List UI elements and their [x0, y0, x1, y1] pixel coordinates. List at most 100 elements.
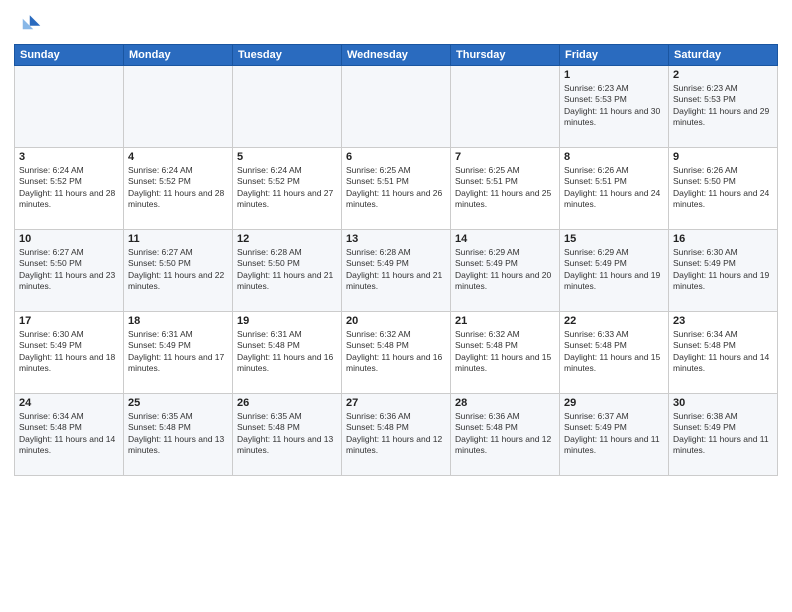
- calendar-cell: 20Sunrise: 6:32 AM Sunset: 5:48 PM Dayli…: [342, 312, 451, 394]
- logo-icon: [14, 10, 42, 38]
- day-number: 3: [19, 151, 119, 163]
- calendar-cell: 12 Sunrise: 6:28 AM Sunset: 5:50 PM Dayli…: [233, 230, 342, 312]
- logo: [14, 10, 46, 38]
- day-number: 10: [19, 233, 119, 245]
- day-info: Sunrise: 6:33 AM Sunset: 5:48 PM Dayligh…: [564, 329, 664, 375]
- weekday-header-monday: Monday: [124, 45, 233, 66]
- calendar-cell: 8 Sunrise: 6:26 AM Sunset: 5:51 PM Daylig…: [560, 148, 669, 230]
- calendar-header: SundayMondayTuesdayWednesdayThursdayFrid…: [15, 45, 778, 66]
- day-number: 17: [19, 315, 119, 327]
- calendar-cell: 19 Sunrise: 6:31 AM Sunset: 5:48 PM Dayli…: [233, 312, 342, 394]
- day-number: 26: [237, 397, 337, 409]
- day-info: Sunrise: 6:35 AM Sunset: 5:48 PM Dayligh…: [128, 411, 228, 457]
- day-info: Sunrise: 6:36 AM Sunset: 5:48 PM Dayligh…: [455, 411, 555, 457]
- day-number: 1: [564, 69, 664, 81]
- calendar-cell: [15, 66, 124, 148]
- day-info: Sunrise: 6:24 AM Sunset: 5:52 PM Dayligh…: [128, 165, 228, 211]
- calendar-cell: 29 Sunrise: 6:37 AM Sunset: 5:49 PM Dayli…: [560, 394, 669, 476]
- calendar-cell: 26 Sunrise: 6:35 AM Sunset: 5:48 PM Dayli…: [233, 394, 342, 476]
- weekday-header-row: SundayMondayTuesdayWednesdayThursdayFrid…: [15, 45, 778, 66]
- day-number: 15: [564, 233, 664, 245]
- day-number: 12: [237, 233, 337, 245]
- day-number: 5: [237, 151, 337, 163]
- day-number: 24: [19, 397, 119, 409]
- calendar-cell: [233, 66, 342, 148]
- day-info: Sunrise: 6:27 AM Sunset: 5:50 PM Dayligh…: [128, 247, 228, 293]
- calendar-cell: 17 Sunrise: 6:30 AM Sunset: 5:49 PM Dayli…: [15, 312, 124, 394]
- day-number: 8: [564, 151, 664, 163]
- calendar-week-row: 24 Sunrise: 6:34 AM Sunset: 5:48 PM Dayli…: [15, 394, 778, 476]
- day-info: Sunrise: 6:25 AM Sunset: 5:51 PM Dayligh…: [346, 165, 446, 211]
- calendar-cell: [342, 66, 451, 148]
- day-number: 9: [673, 151, 773, 163]
- calendar-cell: 23 Sunrise: 6:34 AM Sunset: 5:48 PM Dayli…: [669, 312, 778, 394]
- weekday-header-sunday: Sunday: [15, 45, 124, 66]
- day-number: 6: [346, 151, 446, 163]
- calendar-cell: 9 Sunrise: 6:26 AM Sunset: 5:50 PM Daylig…: [669, 148, 778, 230]
- day-info: Sunrise: 6:38 AM Sunset: 5:49 PM Dayligh…: [673, 411, 773, 457]
- day-number: 28: [455, 397, 555, 409]
- calendar-cell: 21 Sunrise: 6:32 AM Sunset: 5:48 PM Dayli…: [451, 312, 560, 394]
- day-number: 13: [346, 233, 446, 245]
- calendar-cell: 18 Sunrise: 6:31 AM Sunset: 5:49 PM Dayli…: [124, 312, 233, 394]
- weekday-header-tuesday: Tuesday: [233, 45, 342, 66]
- calendar-cell: 25 Sunrise: 6:35 AM Sunset: 5:48 PM Dayli…: [124, 394, 233, 476]
- day-info: Sunrise: 6:32 AM Sunset: 5:48 PM Dayligh…: [455, 329, 555, 375]
- day-info: Sunrise: 6:31 AM Sunset: 5:49 PM Dayligh…: [128, 329, 228, 375]
- calendar-body: 1 Sunrise: 6:23 AM Sunset: 5:53 PM Daylig…: [15, 66, 778, 476]
- day-number: 11: [128, 233, 228, 245]
- day-info: Sunrise: 6:26 AM Sunset: 5:50 PM Dayligh…: [673, 165, 773, 211]
- header: [14, 10, 778, 38]
- day-info: Sunrise: 6:30 AM Sunset: 5:49 PM Dayligh…: [19, 329, 119, 375]
- weekday-header-saturday: Saturday: [669, 45, 778, 66]
- day-info: Sunrise: 6:29 AM Sunset: 5:49 PM Dayligh…: [455, 247, 555, 293]
- day-info: Sunrise: 6:34 AM Sunset: 5:48 PM Dayligh…: [19, 411, 119, 457]
- weekday-header-thursday: Thursday: [451, 45, 560, 66]
- day-info: Sunrise: 6:28 AM Sunset: 5:49 PM Dayligh…: [346, 247, 446, 293]
- day-info: Sunrise: 6:23 AM Sunset: 5:53 PM Dayligh…: [564, 83, 664, 129]
- day-info: Sunrise: 6:30 AM Sunset: 5:49 PM Dayligh…: [673, 247, 773, 293]
- calendar-cell: [451, 66, 560, 148]
- day-number: 21: [455, 315, 555, 327]
- calendar-cell: 6 Sunrise: 6:25 AM Sunset: 5:51 PM Daylig…: [342, 148, 451, 230]
- day-info: Sunrise: 6:24 AM Sunset: 5:52 PM Dayligh…: [19, 165, 119, 211]
- calendar-cell: 4 Sunrise: 6:24 AM Sunset: 5:52 PM Daylig…: [124, 148, 233, 230]
- weekday-header-friday: Friday: [560, 45, 669, 66]
- day-number: 7: [455, 151, 555, 163]
- calendar-cell: 15Sunrise: 6:29 AM Sunset: 5:49 PM Dayli…: [560, 230, 669, 312]
- day-number: 23: [673, 315, 773, 327]
- day-number: 29: [564, 397, 664, 409]
- day-info: Sunrise: 6:34 AM Sunset: 5:48 PM Dayligh…: [673, 329, 773, 375]
- calendar-cell: 3 Sunrise: 6:24 AM Sunset: 5:52 PM Daylig…: [15, 148, 124, 230]
- day-number: 22: [564, 315, 664, 327]
- day-number: 30: [673, 397, 773, 409]
- calendar-cell: 5 Sunrise: 6:24 AM Sunset: 5:52 PM Daylig…: [233, 148, 342, 230]
- calendar-cell: 14 Sunrise: 6:29 AM Sunset: 5:49 PM Dayli…: [451, 230, 560, 312]
- day-info: Sunrise: 6:31 AM Sunset: 5:48 PM Dayligh…: [237, 329, 337, 375]
- calendar-cell: 30 Sunrise: 6:38 AM Sunset: 5:49 PM Dayli…: [669, 394, 778, 476]
- day-number: 25: [128, 397, 228, 409]
- day-number: 27: [346, 397, 446, 409]
- day-info: Sunrise: 6:28 AM Sunset: 5:50 PM Dayligh…: [237, 247, 337, 293]
- day-number: 4: [128, 151, 228, 163]
- calendar-week-row: 17 Sunrise: 6:30 AM Sunset: 5:49 PM Dayli…: [15, 312, 778, 394]
- day-info: Sunrise: 6:35 AM Sunset: 5:48 PM Dayligh…: [237, 411, 337, 457]
- calendar-cell: 16Sunrise: 6:30 AM Sunset: 5:49 PM Dayli…: [669, 230, 778, 312]
- day-info: Sunrise: 6:24 AM Sunset: 5:52 PM Dayligh…: [237, 165, 337, 211]
- day-info: Sunrise: 6:26 AM Sunset: 5:51 PM Dayligh…: [564, 165, 664, 211]
- day-info: Sunrise: 6:23 AM Sunset: 5:53 PM Dayligh…: [673, 83, 773, 129]
- calendar-cell: 2Sunrise: 6:23 AM Sunset: 5:53 PM Daylig…: [669, 66, 778, 148]
- calendar-cell: 28 Sunrise: 6:36 AM Sunset: 5:48 PM Dayli…: [451, 394, 560, 476]
- weekday-header-wednesday: Wednesday: [342, 45, 451, 66]
- day-info: Sunrise: 6:27 AM Sunset: 5:50 PM Dayligh…: [19, 247, 119, 293]
- day-number: 19: [237, 315, 337, 327]
- calendar-week-row: 1 Sunrise: 6:23 AM Sunset: 5:53 PM Daylig…: [15, 66, 778, 148]
- day-number: 14: [455, 233, 555, 245]
- calendar-table: SundayMondayTuesdayWednesdayThursdayFrid…: [14, 44, 778, 476]
- calendar-cell: 27Sunrise: 6:36 AM Sunset: 5:48 PM Dayli…: [342, 394, 451, 476]
- day-info: Sunrise: 6:37 AM Sunset: 5:49 PM Dayligh…: [564, 411, 664, 457]
- calendar-cell: 22 Sunrise: 6:33 AM Sunset: 5:48 PM Dayli…: [560, 312, 669, 394]
- calendar-cell: 10 Sunrise: 6:27 AM Sunset: 5:50 PM Dayli…: [15, 230, 124, 312]
- day-number: 18: [128, 315, 228, 327]
- calendar-cell: 7Sunrise: 6:25 AM Sunset: 5:51 PM Daylig…: [451, 148, 560, 230]
